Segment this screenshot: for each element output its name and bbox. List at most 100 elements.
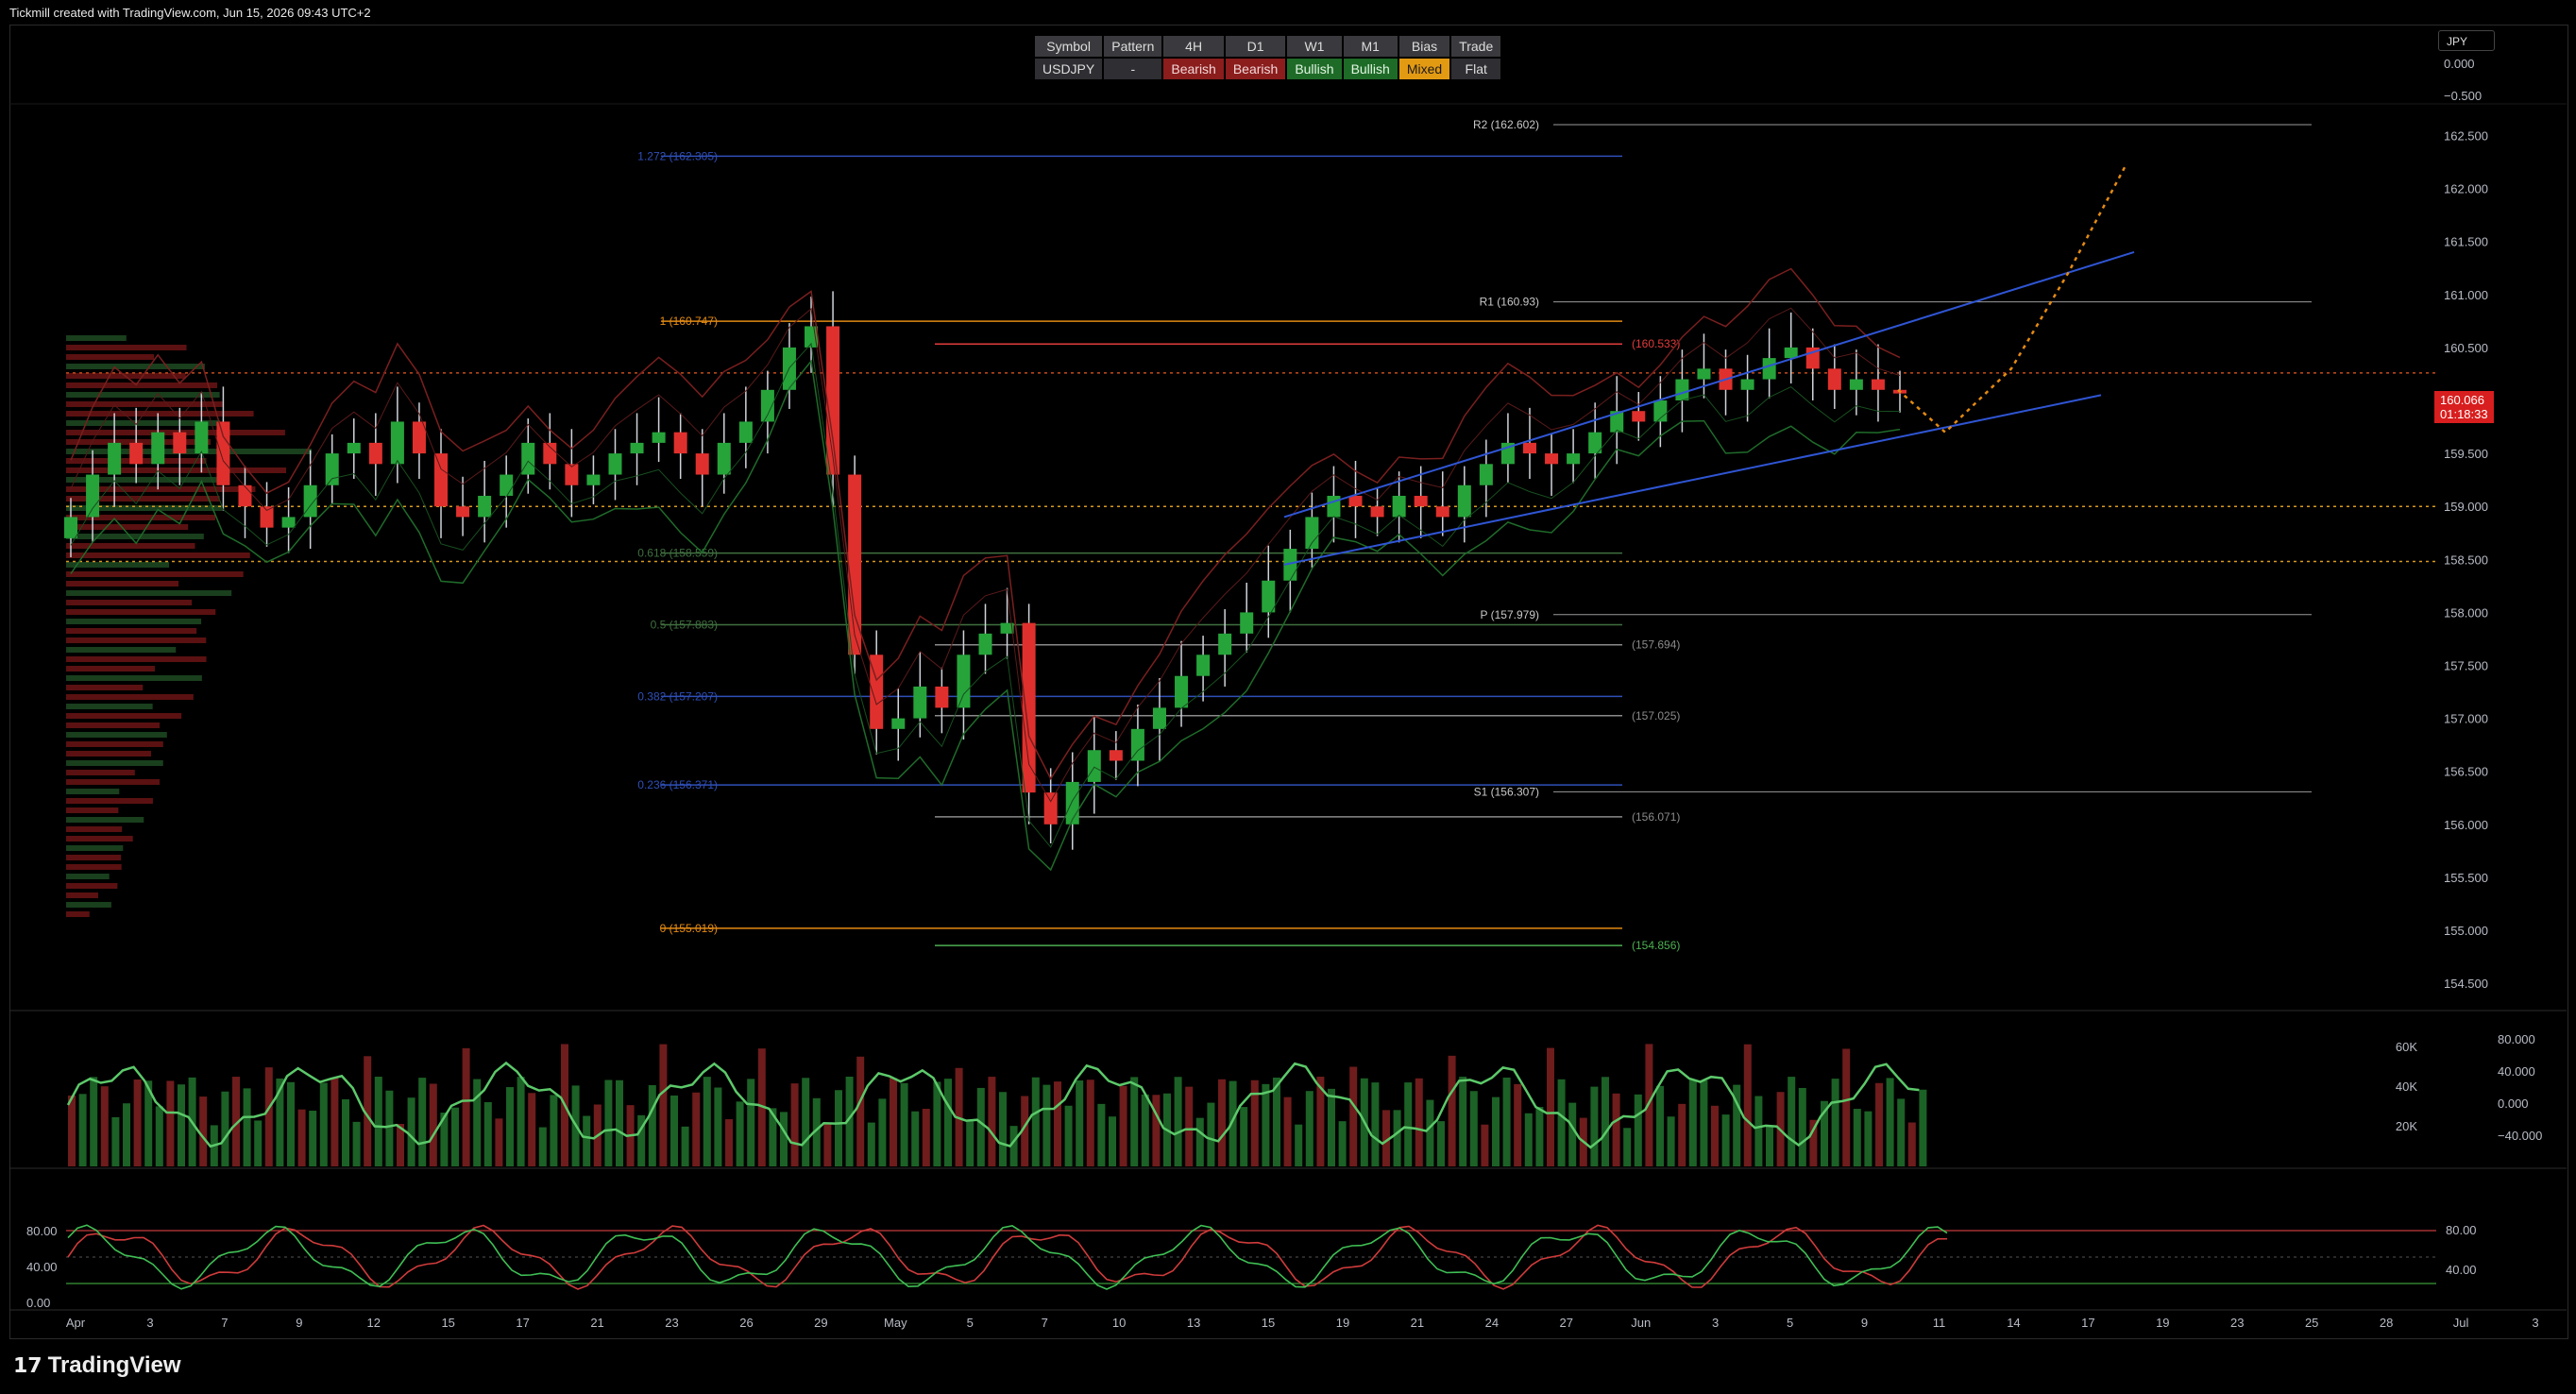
volume-bar <box>473 1079 482 1166</box>
candle-body <box>913 686 927 719</box>
volume-bar <box>1459 1077 1467 1166</box>
candle-body <box>216 421 230 485</box>
volume-bar <box>988 1077 996 1166</box>
val-symbol: USDJPY <box>1035 59 1103 79</box>
indicator-tick: −40.000 <box>2498 1129 2542 1143</box>
volume-bar <box>1448 1055 1456 1166</box>
volume-bar <box>1602 1077 1609 1166</box>
volume-bar <box>330 1078 339 1166</box>
volume-bar <box>1437 1121 1445 1166</box>
indicator-tick: 0.000 <box>2498 1096 2529 1111</box>
time-axis-label: 23 <box>2230 1316 2244 1330</box>
volume-bar <box>966 1119 974 1166</box>
candle-body <box>1392 495 1406 518</box>
price-axis-tick: 157.000 <box>2444 712 2488 726</box>
volume-bar <box>1568 1102 1577 1166</box>
currency-selector[interactable]: JPY <box>2438 30 2495 51</box>
volume-bar <box>1207 1102 1215 1166</box>
tradingview-logo[interactable]: 𝟭𝟳 TradingView <box>13 1352 181 1379</box>
candle-body <box>1762 358 1776 380</box>
volume-profile-bar <box>66 449 312 454</box>
candle-body <box>1522 442 1536 454</box>
time-axis-label: 7 <box>1042 1316 1048 1330</box>
candle-body <box>738 421 753 443</box>
time-axis-label: 10 <box>1112 1316 1126 1330</box>
time-axis-label: 24 <box>1485 1316 1499 1330</box>
volume-bar <box>221 1091 229 1166</box>
candle-body <box>1697 368 1711 380</box>
tradingview-mark-icon: 𝟭𝟳 <box>13 1353 42 1377</box>
volume-bar <box>736 1101 744 1166</box>
volume-bar <box>1788 1077 1796 1166</box>
col-bias: Bias <box>1398 36 1450 57</box>
candle-body <box>826 326 840 475</box>
stoch-tick: 40.00 <box>26 1260 58 1274</box>
volume-bar <box>1086 1080 1094 1166</box>
volume-bar <box>352 1121 361 1166</box>
volume-bar <box>1481 1124 1489 1166</box>
volume-bar <box>1798 1087 1806 1166</box>
candle-body <box>1740 379 1754 390</box>
price-axis-tick: 156.000 <box>2444 818 2488 832</box>
volume-bar <box>1667 1116 1675 1166</box>
col-trade: Trade <box>1451 36 1501 57</box>
volume-bar <box>495 1118 503 1166</box>
col-w1: W1 <box>1287 36 1342 57</box>
envelope-band <box>70 267 1901 781</box>
candle-body <box>1567 453 1581 465</box>
candle-body <box>1849 379 1863 390</box>
candle-body <box>1435 506 1449 518</box>
volume-profile-bar <box>66 770 135 775</box>
time-axis-label: 28 <box>2380 1316 2393 1330</box>
pivot-level-label: R1 (160.93) <box>1480 296 1539 309</box>
current-price-value: 160.066 <box>2440 393 2484 407</box>
volume-bar <box>1371 1082 1380 1166</box>
candle-body <box>1065 781 1079 824</box>
volume-profile-bar <box>66 826 123 832</box>
volume-bar <box>254 1120 263 1166</box>
volume-profile-bar <box>66 713 182 719</box>
volume-profile-bar <box>66 732 167 738</box>
candle-body <box>1871 379 1885 390</box>
candle-body <box>978 633 992 655</box>
volume-bar <box>319 1082 328 1166</box>
val-4h: Bearish <box>1163 59 1224 79</box>
volume-bar <box>199 1096 208 1166</box>
volume-bar <box>1907 1122 1916 1166</box>
time-axis-label: 9 <box>296 1316 302 1330</box>
price-axis-tick: 161.500 <box>2444 235 2488 249</box>
chart-canvas[interactable]: 0.000 −0.500 162.500 162.000 161.500 161.000 1… <box>0 0 2576 1394</box>
volume-bar <box>976 1087 985 1166</box>
volume-bar <box>528 1093 536 1166</box>
level-label: (157.694) <box>1632 638 1680 652</box>
candle-body <box>238 484 252 507</box>
volume-bar <box>1174 1077 1182 1166</box>
candle-body <box>1152 707 1166 729</box>
col-d1: D1 <box>1225 36 1286 57</box>
candle-body <box>1262 580 1276 613</box>
volume-bar <box>374 1077 382 1166</box>
projection-path <box>1897 166 2127 434</box>
volume-bar <box>659 1044 668 1166</box>
volume-bar <box>342 1098 349 1166</box>
volume-bar <box>900 1082 908 1166</box>
volume-bar <box>1557 1079 1566 1166</box>
candle-body <box>456 506 470 518</box>
volume-bar <box>538 1127 547 1166</box>
volume-bar <box>890 1078 897 1166</box>
stoch-tick: 80.00 <box>2446 1223 2477 1237</box>
candle-body <box>1087 750 1101 782</box>
candle-body <box>543 442 557 465</box>
volume-bar <box>1426 1099 1434 1166</box>
volume-profile-bar <box>66 789 120 794</box>
price-axis-tick: 155.000 <box>2444 924 2488 938</box>
volume-profile-bar <box>66 628 197 634</box>
volume-profile-bar <box>66 741 163 747</box>
fib-level-label: 1 (160.747) <box>660 314 718 328</box>
price-axis-tick: 158.000 <box>2444 605 2488 620</box>
time-axis-label: 12 <box>367 1316 381 1330</box>
volume-bar <box>68 1096 76 1166</box>
volume-profile-bar <box>66 911 90 917</box>
fib-level-label: 0.382 (157.207) <box>637 689 718 703</box>
candle-body <box>521 442 535 475</box>
